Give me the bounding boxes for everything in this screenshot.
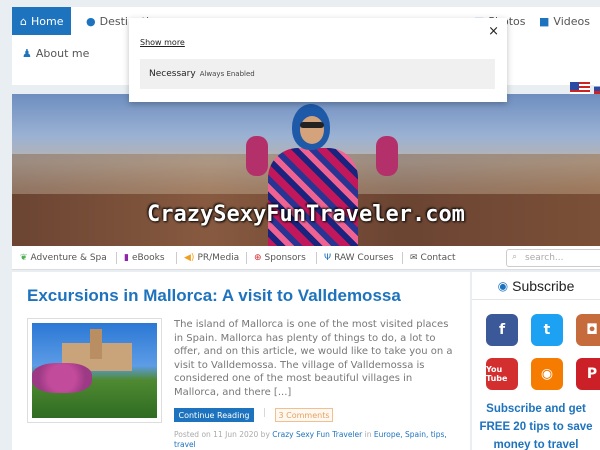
- subnav-ebooks[interactable]: ▮ eBooks: [124, 246, 165, 270]
- utensils-icon: Ψ: [324, 253, 332, 263]
- subnav-label: eBooks: [131, 253, 165, 263]
- site-logo-title[interactable]: CrazySexyFunTraveler.com: [12, 202, 600, 227]
- secondary-navigation: ❦ Adventure & Spa ▮ eBooks ◀) PR/Media ⊕…: [12, 246, 600, 270]
- post-excerpt: The island of Mallorca is one of the mos…: [174, 319, 453, 398]
- subnav-adventure-spa[interactable]: ❦ Adventure & Spa: [20, 246, 107, 270]
- nav-home-label: Home: [30, 14, 64, 28]
- post-meta: Posted on 11 Jun 2020 by Crazy Sexy Fun …: [174, 430, 464, 450]
- cookie-category-label: Necessary: [149, 69, 196, 79]
- subnav-sponsors[interactable]: ⊕ Sponsors: [254, 246, 306, 270]
- promo-line: money to travel: [493, 439, 579, 450]
- instagram-icon[interactable]: ◘: [576, 314, 600, 346]
- divider: |: [263, 408, 267, 418]
- globe-icon: ●: [86, 14, 96, 28]
- main-content: Excursions in Mallorca: A visit to Valld…: [12, 272, 470, 450]
- nav-videos[interactable]: ■ Videos: [539, 7, 590, 35]
- lifebuoy-icon: ⊕: [254, 253, 262, 263]
- subscribe-heading: ◉ Subscribe: [472, 272, 600, 300]
- search-placeholder: search...: [525, 253, 564, 263]
- envelope-icon: ✉: [410, 253, 418, 263]
- valldemossa-image: [32, 323, 157, 418]
- twitter-icon[interactable]: t: [531, 314, 563, 346]
- divider: [246, 252, 247, 264]
- post-date: Posted on 11 Jun 2020 by: [174, 430, 270, 439]
- search-input[interactable]: ⌕ search...: [506, 249, 600, 267]
- subnav-contact[interactable]: ✉ Contact: [410, 246, 456, 270]
- video-icon: ■: [539, 14, 550, 28]
- divider: [176, 252, 177, 264]
- hero-banner: CrazySexyFunTraveler.com: [12, 94, 600, 246]
- sidebar: ◉ Subscribe f t ◘ You Tube ◉ P Subscribe…: [472, 272, 600, 450]
- continue-reading-button[interactable]: Continue Reading: [174, 408, 254, 422]
- subscribe-title: Subscribe: [512, 277, 575, 294]
- pinterest-icon[interactable]: P: [576, 358, 600, 390]
- book-icon: ▮: [124, 253, 129, 263]
- nav-home[interactable]: ⌂ Home: [12, 7, 72, 35]
- megaphone-icon: ◀): [184, 253, 195, 263]
- person-icon: ♟: [22, 46, 32, 60]
- search-icon: ⌕: [512, 252, 518, 262]
- nav-videos-label: Videos: [553, 14, 590, 28]
- nav-about-label: About me: [35, 46, 90, 60]
- subnav-pr-media[interactable]: ◀) PR/Media: [184, 246, 239, 270]
- show-more-link[interactable]: Show more: [140, 38, 185, 47]
- subnav-label: Contact: [420, 253, 456, 263]
- cookie-category-status: Always Enabled: [199, 70, 255, 78]
- cookie-category-necessary[interactable]: Necessary Always Enabled: [140, 59, 495, 89]
- subnav-label: PR/Media: [197, 253, 240, 263]
- post-thumbnail[interactable]: [27, 318, 162, 423]
- subnav-label: Adventure & Spa: [30, 253, 107, 263]
- divider: [402, 252, 403, 264]
- facebook-icon[interactable]: f: [486, 314, 518, 346]
- divider: [116, 252, 117, 264]
- subnav-raw-courses[interactable]: Ψ RAW Courses: [324, 246, 394, 270]
- divider: [316, 252, 317, 264]
- leaf-icon: ❦: [20, 253, 28, 263]
- subnav-label: RAW Courses: [334, 253, 394, 263]
- cookie-consent-popup: × Show more Necessary Always Enabled: [129, 18, 507, 102]
- promo-line: FREE 20 tips to save: [479, 421, 593, 433]
- author-link[interactable]: Crazy Sexy Fun Traveler: [272, 430, 362, 439]
- nav-about[interactable]: ♟ About me: [22, 39, 89, 67]
- promo-line: Subscribe and get: [486, 403, 586, 415]
- subscribe-promo[interactable]: Subscribe and get FREE 20 tips to save m…: [472, 400, 600, 450]
- rss-feed-icon[interactable]: ◉: [531, 358, 563, 390]
- youtube-icon[interactable]: You Tube: [486, 358, 518, 390]
- home-icon: ⌂: [20, 14, 27, 28]
- post-title[interactable]: Excursions in Mallorca: A visit to Valld…: [27, 286, 401, 306]
- meta-in: in: [364, 430, 372, 439]
- subnav-label: Sponsors: [264, 253, 306, 263]
- comments-link[interactable]: 3 Comments: [275, 408, 333, 422]
- close-icon[interactable]: ×: [488, 24, 499, 39]
- rss-icon: ◉: [497, 278, 509, 293]
